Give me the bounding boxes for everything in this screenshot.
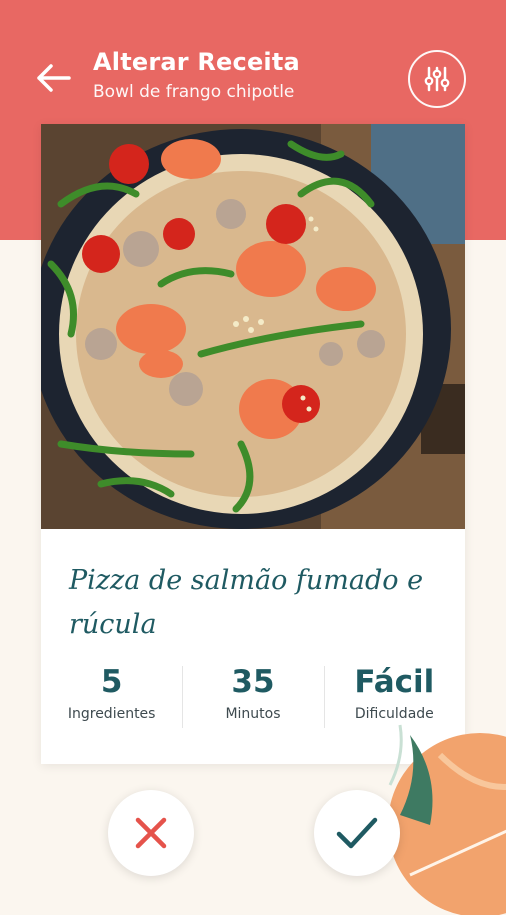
accept-button[interactable] [314,790,400,876]
page-title: Alterar Receita [93,48,300,76]
stat-label: Ingredientes [67,706,156,722]
stat-value: 35 [231,664,275,700]
reject-button[interactable] [108,790,194,876]
recipe-card[interactable]: Pizza de salmão fumado e rúcula 5 Ingred… [41,124,465,764]
stat-ingredients: 5 Ingredientes [41,664,182,734]
recipe-photo [41,124,465,529]
stat-minutes: 35 Minutos [182,664,323,734]
sliders-icon [424,66,450,92]
header-titles: Alterar Receita Bowl de frango chipotle [93,48,300,102]
stat-label: Minutos [225,706,281,722]
arrow-left-icon [37,64,71,92]
filter-button[interactable] [408,50,466,108]
check-icon [336,817,378,849]
recipe-name: Pizza de salmão fumado e rúcula [69,565,424,640]
back-button[interactable] [30,55,76,101]
stat-value: Fácil [354,664,435,700]
pizza-image [41,124,465,529]
close-icon [135,817,167,849]
decorative-salmon-illustration [388,724,506,915]
current-recipe-subtitle: Bowl de frango chipotle [93,82,295,102]
stat-value: 5 [100,664,123,700]
